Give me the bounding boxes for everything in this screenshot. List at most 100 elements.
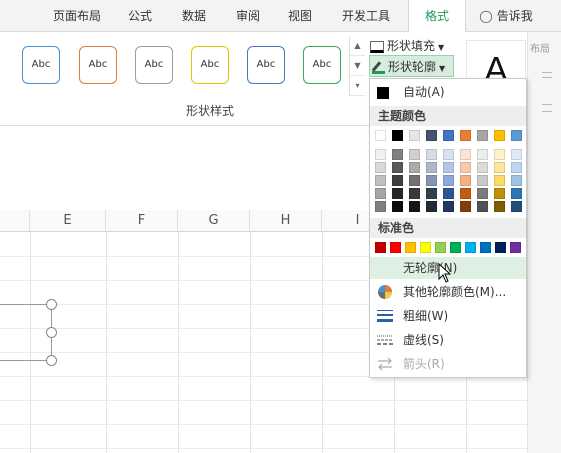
theme-color-swatch[interactable] — [443, 130, 454, 141]
theme-shade-swatch[interactable] — [409, 175, 420, 186]
theme-shade-swatch[interactable] — [409, 162, 420, 173]
standard-color-swatch[interactable] — [420, 242, 431, 253]
resize-handle[interactable] — [46, 327, 57, 338]
column-header-g[interactable]: G — [178, 210, 250, 232]
theme-shade-swatch[interactable] — [426, 188, 437, 199]
auto-color-swatch — [377, 87, 389, 99]
style-gallery-scroll[interactable]: ▲ ▼ ▾ — [349, 36, 365, 96]
shape-style-6[interactable]: Abc — [303, 46, 341, 84]
theme-shade-swatch[interactable] — [443, 162, 454, 173]
column-header-e[interactable]: E — [30, 210, 106, 232]
theme-shade-swatch[interactable] — [426, 149, 437, 160]
theme-color-swatch[interactable] — [511, 130, 522, 141]
theme-color-swatch[interactable] — [409, 130, 420, 141]
theme-shade-swatch[interactable] — [392, 201, 403, 212]
theme-shade-swatch[interactable] — [443, 149, 454, 160]
standard-color-swatch[interactable] — [390, 242, 401, 253]
theme-shade-swatch[interactable] — [494, 175, 505, 186]
theme-shade-swatch[interactable] — [392, 149, 403, 160]
standard-color-swatch[interactable] — [435, 242, 446, 253]
resize-handle[interactable] — [46, 299, 57, 310]
theme-shade-swatch[interactable] — [460, 149, 471, 160]
shape-fill-button[interactable]: 形状填充 ▼ — [370, 36, 444, 56]
standard-color-swatch[interactable] — [495, 242, 506, 253]
arrow-style-item[interactable]: 箭头(R) — [370, 353, 526, 375]
theme-shade-swatch[interactable] — [511, 162, 522, 173]
standard-color-swatch[interactable] — [375, 242, 386, 253]
tell-me-search[interactable]: ◯ 告诉我 — [476, 0, 536, 32]
theme-shade-swatch[interactable] — [477, 201, 488, 212]
shape-style-3[interactable]: Abc — [135, 46, 173, 84]
align-icon[interactable] — [542, 72, 552, 78]
theme-shade-swatch[interactable] — [392, 175, 403, 186]
theme-shade-swatch[interactable] — [375, 162, 386, 173]
theme-shade-swatch[interactable] — [511, 201, 522, 212]
theme-color-swatch[interactable] — [426, 130, 437, 141]
theme-shade-swatch[interactable] — [511, 149, 522, 160]
theme-shade-swatch[interactable] — [494, 201, 505, 212]
resize-handle[interactable] — [46, 355, 57, 366]
shape-style-5[interactable]: Abc — [247, 46, 285, 84]
theme-shade-swatch[interactable] — [375, 201, 386, 212]
standard-color-swatch[interactable] — [480, 242, 491, 253]
theme-shade-swatch[interactable] — [426, 201, 437, 212]
theme-shade-swatch[interactable] — [511, 188, 522, 199]
theme-color-swatch[interactable] — [477, 130, 488, 141]
theme-shade-swatch[interactable] — [375, 149, 386, 160]
gallery-more-icon[interactable]: ▾ — [350, 76, 365, 96]
theme-color-swatch[interactable] — [375, 130, 386, 141]
more-outline-colors-item[interactable]: 其他轮廓颜色(M)... — [370, 281, 526, 303]
dash-type-item[interactable]: 虚线(S) — [370, 329, 526, 351]
standard-color-swatch[interactable] — [465, 242, 476, 253]
theme-shade-swatch[interactable] — [443, 175, 454, 186]
line-weight-item[interactable]: 粗细(W) — [370, 305, 526, 327]
standard-color-swatch[interactable] — [405, 242, 416, 253]
theme-shade-swatch[interactable] — [494, 188, 505, 199]
theme-shade-swatch[interactable] — [460, 175, 471, 186]
theme-shade-swatch[interactable] — [375, 188, 386, 199]
theme-shade-swatch[interactable] — [426, 175, 437, 186]
theme-shade-swatch[interactable] — [443, 188, 454, 199]
auto-color-item[interactable]: 自动(A) — [370, 81, 526, 103]
column-header-f[interactable]: F — [106, 210, 178, 232]
theme-shade-swatch[interactable] — [392, 188, 403, 199]
standard-color-swatch[interactable] — [510, 242, 521, 253]
tab-review[interactable]: 审阅 — [226, 0, 270, 32]
shape-style-2[interactable]: Abc — [79, 46, 117, 84]
theme-shade-swatch[interactable] — [392, 162, 403, 173]
gallery-up-icon[interactable]: ▲ — [350, 36, 365, 56]
shape-outline-button[interactable]: 形状轮廓 ▼ — [369, 55, 454, 77]
shape-style-1[interactable]: Abc — [22, 46, 60, 84]
standard-color-swatch[interactable] — [450, 242, 461, 253]
theme-shade-swatch[interactable] — [494, 162, 505, 173]
theme-shade-swatch[interactable] — [477, 188, 488, 199]
tab-page-layout[interactable]: 页面布局 — [42, 0, 112, 32]
theme-shade-swatch[interactable] — [409, 201, 420, 212]
tab-format[interactable]: 格式 — [408, 0, 466, 33]
theme-color-swatch[interactable] — [460, 130, 471, 141]
theme-color-swatch[interactable] — [494, 130, 505, 141]
list-icon[interactable] — [542, 104, 552, 112]
theme-shade-swatch[interactable] — [460, 201, 471, 212]
theme-shade-swatch[interactable] — [511, 175, 522, 186]
tab-developer[interactable]: 开发工具 — [332, 0, 400, 32]
shape-style-4[interactable]: Abc — [191, 46, 229, 84]
theme-shade-swatch[interactable] — [460, 162, 471, 173]
tab-view[interactable]: 视图 — [278, 0, 322, 32]
theme-shade-swatch[interactable] — [443, 201, 454, 212]
tab-formulas[interactable]: 公式 — [118, 0, 162, 32]
gallery-down-icon[interactable]: ▼ — [350, 56, 365, 76]
column-header-prev[interactable] — [0, 210, 30, 232]
theme-shade-swatch[interactable] — [409, 188, 420, 199]
theme-color-swatch[interactable] — [392, 130, 403, 141]
column-header-h[interactable]: H — [250, 210, 322, 232]
theme-shade-swatch[interactable] — [477, 149, 488, 160]
theme-shade-swatch[interactable] — [494, 149, 505, 160]
tab-data[interactable]: 数据 — [170, 0, 218, 32]
theme-shade-swatch[interactable] — [375, 175, 386, 186]
theme-shade-swatch[interactable] — [426, 162, 437, 173]
theme-shade-swatch[interactable] — [409, 149, 420, 160]
theme-shade-swatch[interactable] — [477, 162, 488, 173]
theme-shade-swatch[interactable] — [460, 188, 471, 199]
theme-shade-swatch[interactable] — [477, 175, 488, 186]
